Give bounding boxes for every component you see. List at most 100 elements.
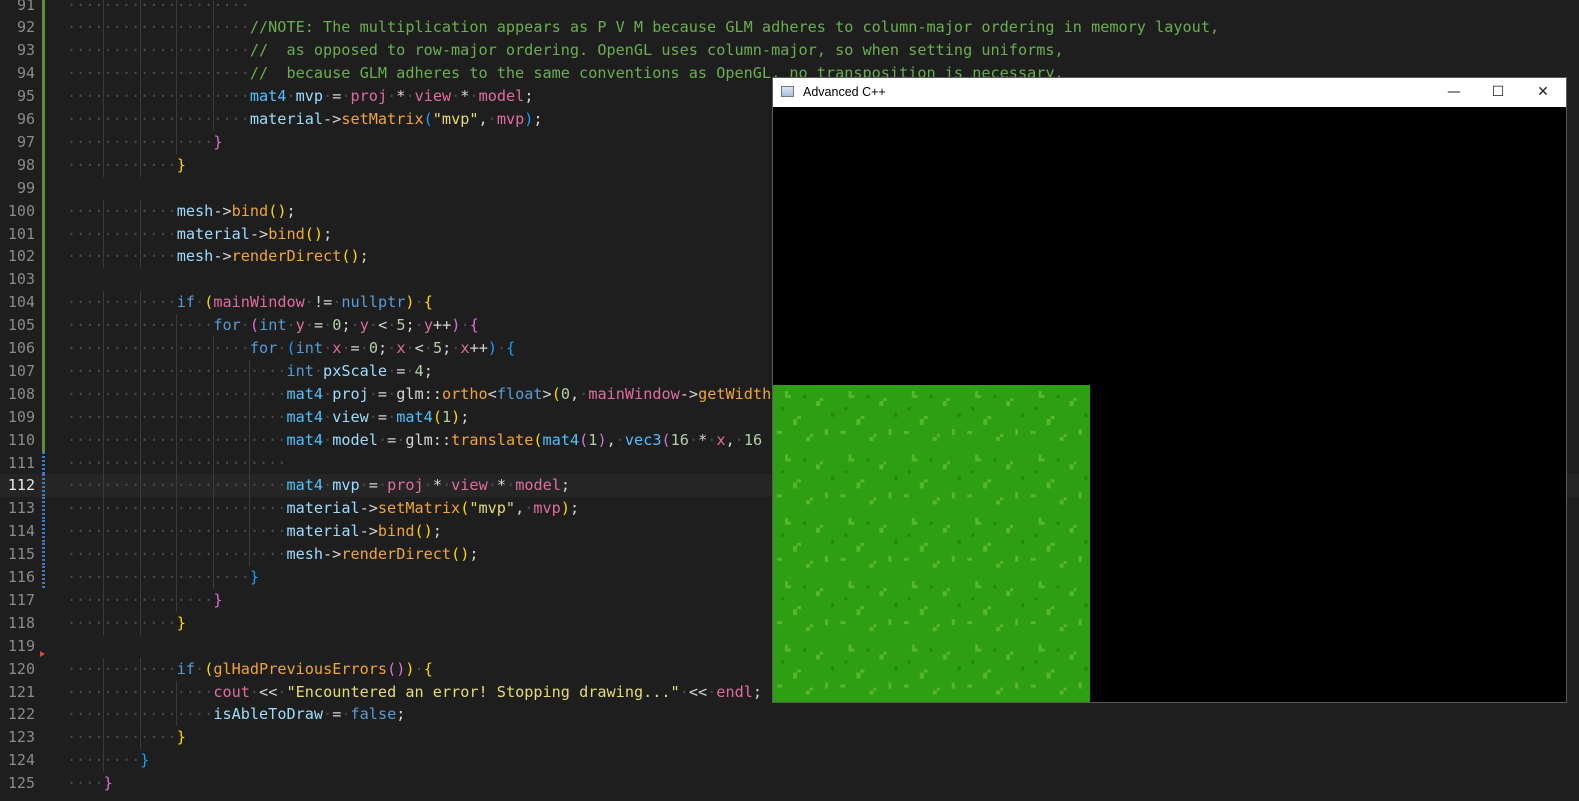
code-text[interactable]: ························mesh->renderDire…	[67, 543, 479, 566]
code-token: y	[359, 316, 369, 335]
line-number: 101	[7, 224, 35, 243]
code-text[interactable]: ················}	[67, 131, 222, 154]
code-token: proj	[350, 87, 388, 106]
code-text[interactable]: ············}	[67, 726, 186, 749]
code-text[interactable]: ························material->setMat…	[67, 497, 579, 520]
code-line[interactable]: 124 ········}	[0, 749, 1579, 773]
code-token: ++	[469, 339, 488, 357]
whitespace-token: ·	[195, 293, 205, 312]
whitespace-token: ·	[359, 339, 369, 357]
minimize-button[interactable]: —	[1431, 78, 1477, 107]
whitespace-token: ·	[240, 316, 250, 335]
code-line[interactable]: 125 ····}	[0, 772, 1579, 795]
code-text[interactable]: ········}	[67, 749, 149, 772]
code-line[interactable]: 93 ····················// as opposed to r…	[0, 39, 1579, 63]
code-text[interactable]: ············material->bind();	[67, 223, 332, 246]
code-line[interactable]: 92 ····················//NOTE: The multip…	[0, 16, 1579, 40]
whitespace-token: ·	[387, 87, 397, 106]
code-text[interactable]: ············}	[67, 612, 186, 635]
line-number: 99	[16, 178, 35, 197]
code-text[interactable]: ····················}	[67, 566, 259, 589]
app-window[interactable]: Advanced C++ — ☐ ✕	[772, 77, 1567, 703]
indent-whitespace: ························	[67, 407, 287, 426]
line-number: 100	[7, 201, 35, 220]
code-text[interactable]: ························int·pxScale·=·4;	[67, 360, 433, 383]
app-icon	[781, 86, 794, 97]
code-line[interactable]: 123 ············}	[0, 726, 1579, 750]
code-token: ()	[341, 247, 360, 266]
whitespace-token: ·	[350, 316, 360, 335]
code-text[interactable]: ····················mat4·mvp·=·proj·*·vi…	[67, 85, 533, 108]
indent-whitespace: ························	[67, 476, 287, 495]
code-token: ->	[213, 201, 232, 220]
code-token: )	[560, 499, 570, 518]
indent-whitespace: ········	[67, 751, 141, 770]
code-token: mesh	[286, 545, 324, 564]
code-token: mvp	[332, 476, 360, 495]
whitespace-token: ·	[286, 316, 296, 335]
change-marker	[42, 566, 45, 589]
code-text[interactable]: ················isAbleToDraw·=·false;	[67, 703, 405, 726]
code-token: <	[378, 316, 388, 335]
code-text[interactable]: ················cout·<<·"Encountered an …	[67, 681, 762, 704]
code-token: 4	[414, 361, 424, 380]
code-text[interactable]: ················}	[67, 589, 222, 612]
code-text[interactable]: ············mesh->renderDirect();	[67, 245, 369, 268]
line-number: 109	[7, 407, 35, 426]
line-number: 124	[7, 751, 35, 770]
grass-tiles	[773, 385, 1090, 702]
whitespace-token: ·	[423, 476, 433, 495]
code-text[interactable]: ····················// as opposed to row…	[67, 39, 1064, 62]
code-line[interactable]: 91 ····················	[0, 0, 1579, 17]
indent-whitespace: ····················	[67, 64, 250, 83]
code-token: {	[506, 339, 516, 357]
code-text[interactable]: ····················	[67, 0, 250, 17]
code-text[interactable]: ············mesh->bind();	[67, 200, 296, 223]
whitespace-token: ·	[506, 476, 516, 495]
line-number: 122	[7, 705, 35, 724]
code-token: y	[295, 316, 305, 335]
code-token: false	[350, 705, 397, 724]
code-token: ->	[323, 545, 342, 564]
code-token: ->	[359, 522, 378, 541]
code-text[interactable]: ························	[67, 452, 286, 475]
code-text[interactable]: ························mat4·mvp·=·proj·…	[67, 474, 570, 497]
code-token: ;	[524, 87, 534, 106]
line-number: 119	[7, 636, 35, 655]
code-token: ;	[442, 339, 452, 357]
close-button[interactable]: ✕	[1520, 78, 1566, 107]
code-text[interactable]: ············if·(glHadPreviousErrors())·{	[67, 658, 433, 681]
code-token: {	[423, 659, 433, 678]
code-text[interactable]: ························material->bind()…	[67, 520, 442, 543]
code-token: (	[579, 430, 589, 449]
code-token: proj	[387, 476, 424, 495]
code-text[interactable]: ············}	[67, 154, 186, 177]
render-viewport[interactable]	[773, 107, 1566, 702]
code-token: for	[249, 339, 278, 357]
code-text[interactable]: ····················for·(int·x·=·0;·x·<·…	[67, 337, 515, 360]
maximize-button[interactable]: ☐	[1475, 78, 1521, 107]
whitespace-token: ·	[323, 87, 333, 106]
line-number: 106	[7, 339, 35, 357]
code-token: (	[204, 293, 214, 312]
whitespace-token: ·	[460, 316, 470, 335]
code-token: *	[698, 430, 708, 449]
code-text[interactable]: ················for·(int·y·=·0;·y·<·5;·y…	[67, 314, 479, 337]
code-token: )	[405, 293, 415, 312]
code-line[interactable]: 122 ················isAbleToDraw·=·false;	[0, 703, 1579, 727]
code-text[interactable]: ························mat4·model·=·glm…	[67, 429, 762, 452]
code-text[interactable]: ························mat4·proj·=·glm:…	[67, 383, 771, 406]
code-text[interactable]: ····················material->setMatrix(…	[67, 108, 543, 131]
indent-whitespace: ················	[67, 316, 214, 335]
indent-whitespace: ························	[67, 545, 287, 564]
whitespace-token: ·	[313, 361, 324, 380]
code-text[interactable]: ····················//NOTE: The multipli…	[67, 16, 1219, 39]
code-text[interactable]: ············if·(mainWindow·!=·nullptr)·{	[67, 291, 433, 314]
code-text[interactable]: ························mat4·view·=·mat4…	[67, 406, 469, 429]
window-title: Advanced C++	[803, 85, 886, 99]
window-titlebar[interactable]: Advanced C++ — ☐ ✕	[773, 78, 1566, 107]
code-token: setMatrix	[341, 110, 424, 128]
whitespace-token: ·	[405, 339, 415, 357]
code-text[interactable]: ····}	[67, 772, 113, 795]
whitespace-token: ·	[734, 430, 744, 449]
